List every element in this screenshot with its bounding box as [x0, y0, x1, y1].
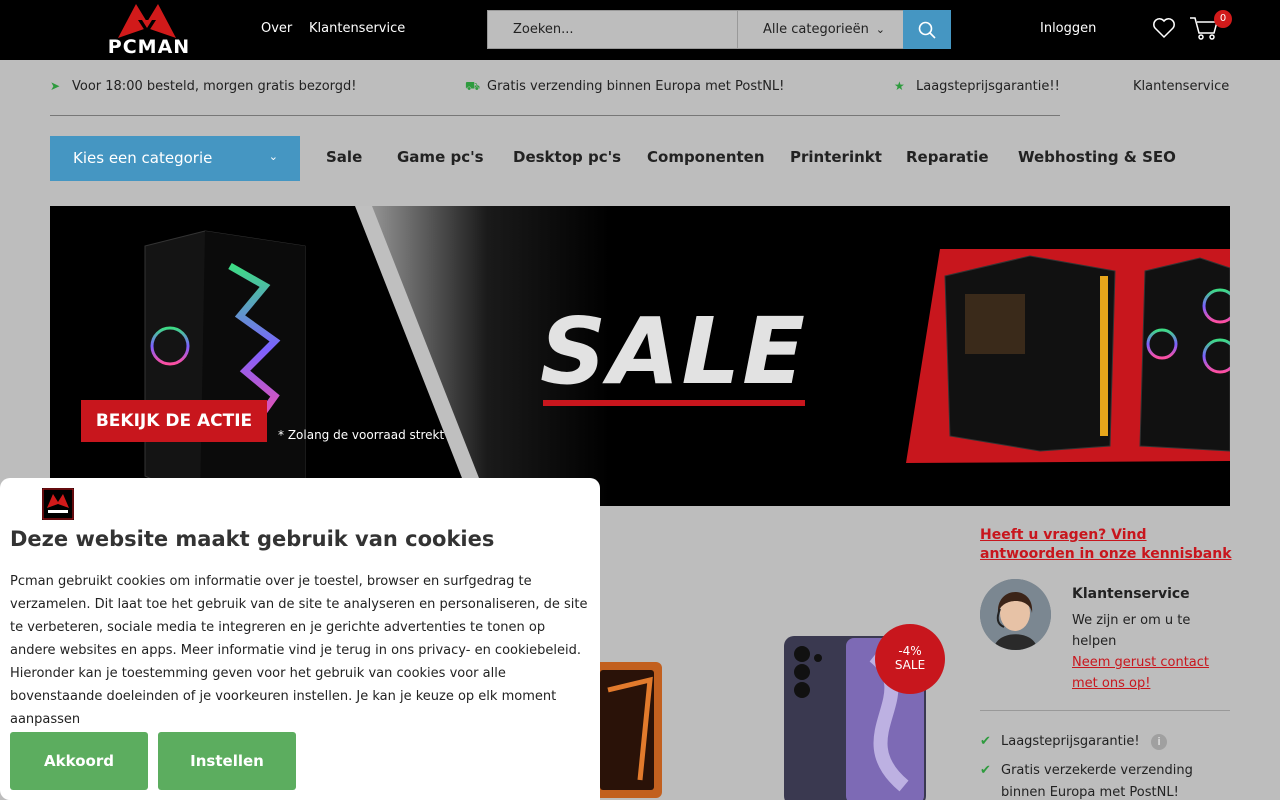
wishlist-button[interactable]	[1152, 17, 1176, 43]
cookie-body: Pcman gebruikt cookies om informatie ove…	[10, 574, 588, 727]
usp-item-price: ★ Laagsteprijsgarantie!!	[894, 79, 1060, 94]
sidebar-usp-text: Gratis verzekerde verzending binnen Euro…	[1001, 763, 1193, 800]
site-logo[interactable]: PCMAN	[96, 2, 202, 58]
check-icon: ✔	[980, 734, 991, 749]
usp-item-delivery: ➤ Voor 18:00 besteld, morgen gratis bezor…	[50, 79, 357, 94]
cookie-title: Deze website maakt gebruik van cookies	[10, 527, 495, 551]
accept-cookies-button[interactable]: Akkoord	[10, 732, 148, 790]
star-icon: ★	[894, 79, 905, 93]
nav-item-webhosting-seo[interactable]: Webhosting & SEO	[1018, 148, 1176, 166]
logo-mark-icon	[118, 4, 176, 38]
chevron-down-icon: ⌄	[268, 150, 278, 163]
sidebar-usp-shipping: ✔ Gratis verzekerde verzending binnen Eu…	[980, 760, 1211, 800]
service-link[interactable]: Klantenservice	[1133, 79, 1229, 94]
category-menu-button[interactable]: Kies een categorie ⌄	[50, 136, 300, 181]
sidebar-usp-price: ✔ Laagsteprijsgarantie!	[980, 731, 1211, 753]
nav-item-game-pcs[interactable]: Game pc's	[397, 148, 484, 166]
cookie-dialog: Deze website maakt gebruik van cookies P…	[0, 478, 600, 800]
top-link-over[interactable]: Over	[261, 21, 292, 36]
product-image-tablet[interactable]	[590, 660, 666, 800]
category-select-value: Alle categorieën	[763, 22, 869, 37]
cookie-settings-button[interactable]: Instellen	[158, 732, 296, 790]
usp-item-shipping: ⛟ Gratis verzending binnen Europa met Pos…	[465, 79, 784, 95]
category-menu-label: Kies een categorie	[73, 149, 213, 167]
login-link[interactable]: Inloggen	[1040, 21, 1096, 36]
logo-text: PCMAN	[107, 36, 191, 58]
contact-link[interactable]: Neem gerust contact met ons op!	[1072, 652, 1222, 694]
top-link-klantenservice[interactable]: Klantenservice	[309, 21, 405, 36]
nav-item-sale[interactable]: Sale	[326, 148, 362, 166]
usp-text: Laagsteprijsgarantie!!	[916, 79, 1060, 94]
nav-item-desktop-pcs[interactable]: Desktop pc's	[513, 148, 621, 166]
banner-cta-button[interactable]: BEKIJK DE ACTIE	[81, 400, 267, 442]
faq-link[interactable]: Heeft u vragen? Vind antwoorden in onze …	[980, 526, 1232, 564]
pc-case-left	[144, 230, 306, 502]
heart-icon	[1153, 18, 1175, 39]
nav-item-componenten[interactable]: Componenten	[647, 148, 765, 166]
headline-underline	[543, 400, 805, 406]
category-select[interactable]: Alle categorieën ⌄	[737, 10, 904, 49]
cart-count-badge: 0	[1214, 10, 1232, 28]
usp-text: Gratis verzending binnen Europa met Post…	[487, 79, 785, 94]
top-bar: PCMAN Over Klantenservice Zoeken... Alle…	[0, 0, 1280, 60]
search-icon	[918, 21, 936, 39]
divider	[980, 710, 1230, 711]
hero-banner[interactable]: SALE BEKIJK DE ACTIE * Zolang de voorraa…	[50, 206, 1230, 506]
tablet-image	[592, 662, 662, 798]
sale-label: SALE	[894, 658, 926, 672]
info-icon[interactable]: i	[1151, 734, 1167, 750]
sidebar-usp-text: Laagsteprijsgarantie!	[1001, 734, 1140, 749]
pc-case-right	[944, 255, 1230, 452]
check-icon: ✔	[980, 763, 991, 778]
divider	[50, 115, 1060, 116]
truck-icon: ⛟	[465, 79, 481, 93]
usp-text: Voor 18:00 besteld, morgen gratis bezorg…	[72, 79, 357, 94]
avatar	[980, 579, 1051, 650]
paper-plane-icon: ➤	[50, 79, 61, 93]
nav-item-reparatie[interactable]: Reparatie	[906, 148, 989, 166]
search-input[interactable]: Zoeken...	[487, 10, 737, 49]
search-button[interactable]	[903, 10, 951, 49]
discount-label: -4%	[898, 644, 922, 658]
logo-mark-icon	[42, 488, 74, 520]
banner-headline: SALE	[540, 298, 807, 405]
chevron-down-icon: ⌄	[875, 23, 885, 36]
nav-item-printerinkt[interactable]: Printerinkt	[790, 148, 882, 166]
cookie-logo	[42, 488, 74, 520]
service-title: Klantenservice	[1072, 586, 1190, 602]
support-agent-avatar	[980, 579, 1051, 650]
banner-note: * Zolang de voorraad strekt	[278, 428, 445, 442]
service-text: We zijn er om u te helpen	[1072, 613, 1191, 649]
sale-badge: -4% SALE	[875, 624, 945, 694]
